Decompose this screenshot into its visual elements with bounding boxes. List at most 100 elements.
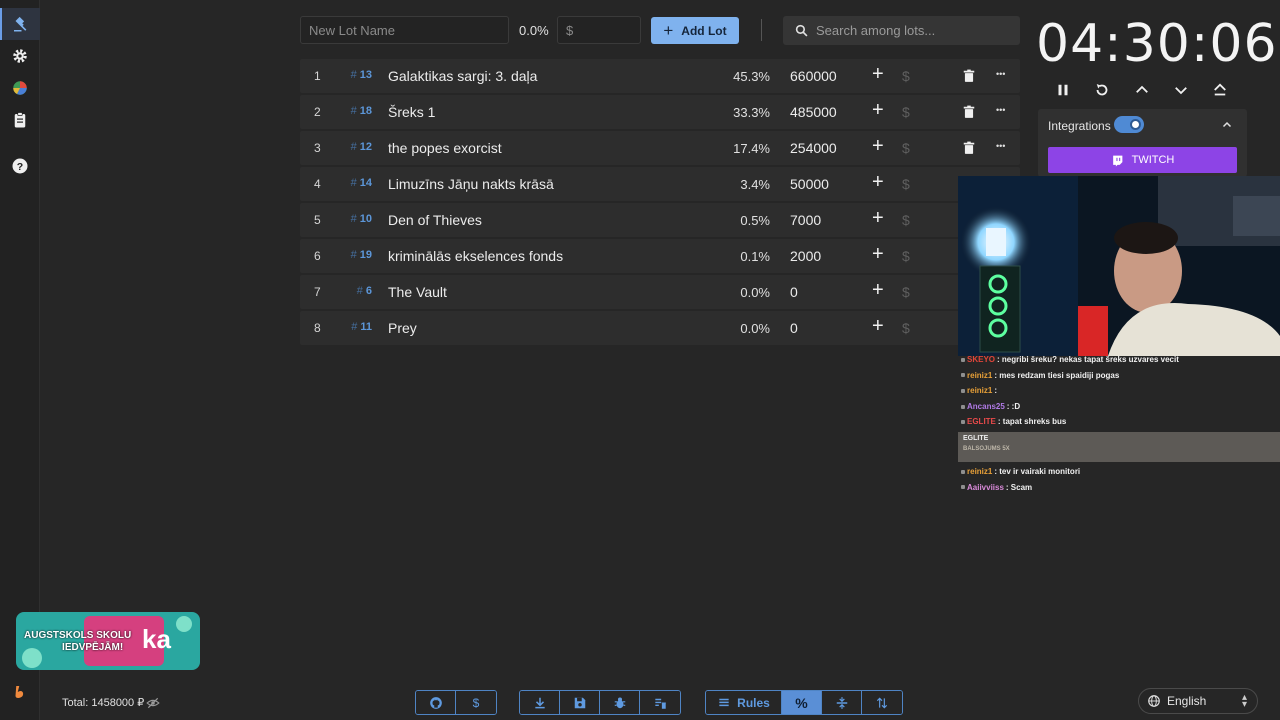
chevron-up-icon[interactable] [1221,119,1233,131]
chat-username: reiniz1 [967,370,993,380]
lot-name[interactable]: The Vault [388,284,447,300]
lot-amount[interactable]: 0 [790,284,798,300]
lot-name[interactable]: the popes exorcist [388,140,502,156]
more-options-icon[interactable]: ••• [996,142,1005,151]
lot-name[interactable]: Galaktikas sargi: 3. daļa [388,68,537,84]
eye-off-icon[interactable] [146,696,160,710]
chat-badge-icon [961,389,965,394]
dollar-icon[interactable]: $ [902,176,910,192]
language-select[interactable]: English ▴ ▾ [1138,688,1258,714]
search-input[interactable] [816,23,1006,38]
gear-icon[interactable] [8,44,32,68]
brand-logo-icon[interactable] [8,680,32,704]
lot-id-badge[interactable]: #18 [340,105,372,117]
lot-row[interactable]: 8 #11 Prey 0.0% 0 + $ [300,311,1020,345]
reset-icon[interactable] [1091,79,1113,101]
lot-amount[interactable]: 50000 [790,176,829,192]
lot-percent: 33.3% [733,105,770,120]
lot-id-badge[interactable]: #12 [340,141,372,153]
lot-row[interactable]: 5 #10 Den of Thieves 0.5% 7000 + $ [300,203,1020,237]
gavel-icon[interactable] [8,12,32,36]
compress-icon [836,696,847,709]
lot-amount[interactable]: 2000 [790,248,821,264]
lot-id-badge[interactable]: #19 [340,249,372,261]
new-lot-name-input[interactable] [300,16,509,44]
lot-name[interactable]: Den of Thieves [388,212,482,228]
lot-position: 2 [314,105,321,119]
dollar-icon[interactable]: $ [902,104,910,120]
lot-row[interactable]: 3 #12 the popes exorcist 17.4% 254000 + $ ••• [300,131,1020,165]
lot-row[interactable]: 4 #14 Limuzīns Jāņu nakts krāsā 3.4% 50000 + $ [300,167,1020,201]
pause-icon[interactable] [1052,79,1074,101]
more-options-icon[interactable]: ••• [996,70,1005,79]
dollar-icon[interactable]: $ [902,248,910,264]
lot-amount[interactable]: 254000 [790,140,837,156]
twitch-button[interactable]: TWITCH [1048,147,1237,173]
lot-row[interactable]: 6 #19 kriminālās ekselences fonds 0.1% 2000 +… [300,239,1020,273]
new-lot-amount-input[interactable] [557,16,641,44]
sort-button[interactable] [862,691,902,714]
lot-name[interactable]: Šreks 1 [388,104,435,120]
trash-icon[interactable] [962,141,976,155]
lot-id-badge[interactable]: #14 [340,177,372,189]
updown-caret-icon: ▴ ▾ [1241,692,1247,710]
trash-icon[interactable] [962,69,976,83]
add-amount-button[interactable]: + [872,208,884,228]
lot-id-badge[interactable]: #11 [340,321,372,333]
trash-icon[interactable] [962,105,976,119]
dollar-icon[interactable]: $ [902,320,910,336]
lot-amount[interactable]: 7000 [790,212,821,228]
dollar-icon[interactable]: $ [902,68,910,84]
chevron-up-icon[interactable] [1131,79,1153,101]
pie-chart-icon[interactable] [8,76,32,100]
add-amount-button[interactable]: + [872,100,884,120]
search-box[interactable] [783,16,1020,45]
integrations-panel: Integrations TWITCH [1038,109,1247,177]
compact-view-button[interactable] [822,691,862,714]
add-amount-button[interactable]: + [872,280,884,300]
lot-amount[interactable]: 485000 [790,104,837,120]
add-amount-button[interactable]: + [872,244,884,264]
chat-highlight-text: BALSOJUMS 5X [963,445,1010,452]
add-amount-button[interactable]: + [872,136,884,156]
dollar-icon[interactable]: $ [902,284,910,300]
twitch-label: TWITCH [1131,154,1175,166]
chat-username: EGLITE [967,417,996,427]
lot-name[interactable]: Limuzīns Jāņu nakts krāsā [388,176,554,192]
rules-button[interactable]: Rules [706,691,782,714]
add-amount-button[interactable]: + [872,316,884,336]
integrations-toggle[interactable] [1114,116,1144,133]
lot-position: 1 [314,69,321,83]
percent-icon: % [795,694,808,711]
dollar-icon[interactable]: $ [902,212,910,228]
more-options-icon[interactable]: ••• [996,106,1005,115]
clear-list-button[interactable] [640,691,680,714]
chevron-down-icon[interactable] [1170,79,1192,101]
lot-id-badge[interactable]: #13 [340,69,372,81]
chat-text: : tapat shreks bus [997,417,1067,427]
bug-report-button[interactable] [600,691,640,714]
github-button[interactable] [416,691,456,714]
lot-row[interactable]: 7 #6 The Vault 0.0% 0 + $ [300,275,1020,309]
percent-toggle-button[interactable]: % [782,691,822,714]
lot-id-badge[interactable]: #10 [340,213,372,225]
download-button[interactable] [520,691,560,714]
donate-button[interactable]: $ [456,691,496,714]
lot-id-badge[interactable]: #6 [340,285,372,297]
add-lot-button[interactable]: + Add Lot [651,17,739,44]
add-amount-button[interactable]: + [872,172,884,192]
lot-row[interactable]: 1 #13 Galaktikas sargi: 3. daļa 45.3% 660000… [300,59,1020,93]
lot-name[interactable]: kriminālās ekselences fonds [388,248,563,264]
lot-amount[interactable]: 660000 [790,68,837,84]
lot-row[interactable]: 2 #18 Šreks 1 33.3% 485000 + $ ••• [300,95,1020,129]
links-button-group: $ [415,690,497,715]
help-icon[interactable]: ? [8,154,32,178]
lot-amount[interactable]: 0 [790,320,798,336]
double-up-icon[interactable] [1209,79,1231,101]
add-amount-button[interactable]: + [872,64,884,84]
chat-badge-icon [961,469,965,474]
dollar-icon[interactable]: $ [902,140,910,156]
clipboard-icon[interactable] [8,108,32,132]
lot-name[interactable]: Prey [388,320,417,336]
save-button[interactable] [560,691,600,714]
